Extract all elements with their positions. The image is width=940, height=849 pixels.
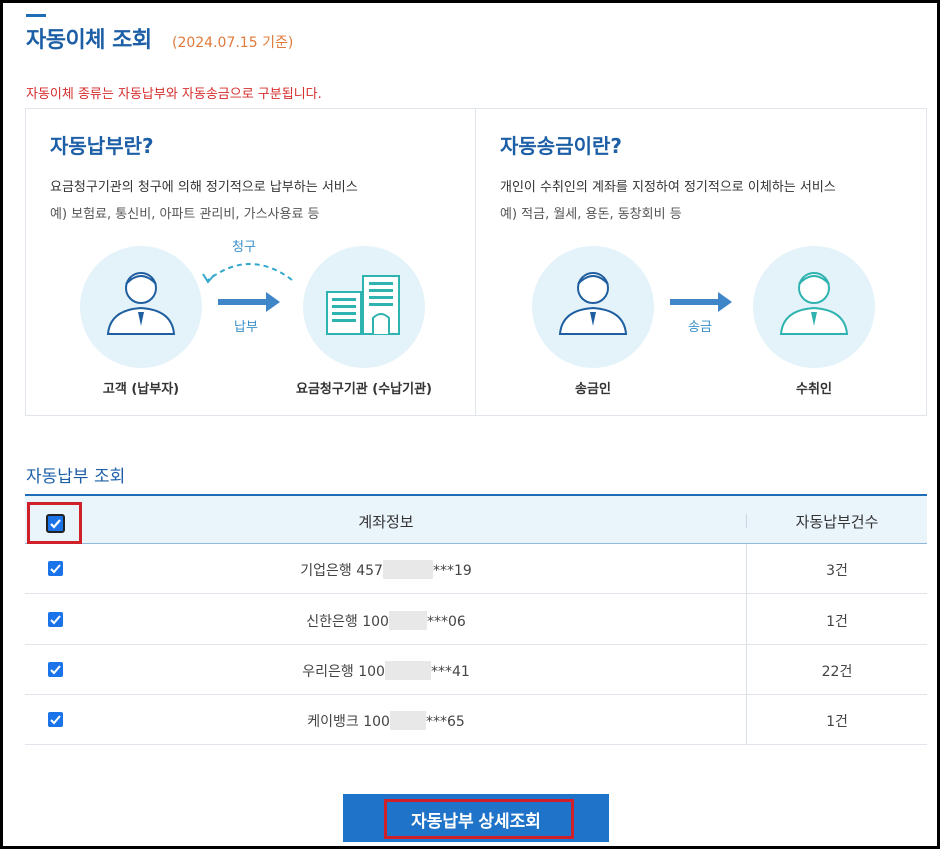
account-info: 우리은행 100 ***41	[25, 661, 747, 681]
account-suffix: ***06	[426, 614, 466, 630]
masked-digits	[389, 711, 426, 730]
recipient-illustration	[753, 246, 875, 368]
auto-pay-count: 3건	[826, 563, 848, 579]
customer-illustration	[80, 246, 202, 368]
institution-caption: 요금청구기관 (수납기관)	[295, 382, 432, 397]
account-info: 케이뱅크 100 ***65	[25, 711, 747, 731]
table-row: 우리은행 100 ***41 22건	[25, 645, 927, 695]
account-suffix: ***41	[430, 664, 470, 680]
masked-digits	[384, 661, 431, 680]
auto-pay-example: 예) 보험료, 통신비, 아파트 관리비, 가스사용료 등	[50, 207, 320, 222]
auto-pay-desc: 요금청구기관의 청구에 의해 정기적으로 납부하는 서비스	[50, 180, 358, 195]
institution-illustration	[303, 246, 425, 368]
auto-pay-count: 1건	[826, 714, 848, 730]
info-divider	[475, 108, 476, 416]
auto-pay-count: 1건	[826, 614, 848, 630]
recipient-caption: 수취인	[796, 382, 832, 397]
highlight-box-detail-button	[384, 799, 574, 839]
auto-pay-arrow-bottom-label: 납부	[234, 320, 258, 335]
auto-pay-count: 22건	[821, 664, 853, 680]
auto-transfer-desc: 개인이 수취인의 계좌를 지정하여 정기적으로 이체하는 서비스	[500, 180, 836, 195]
account-info: 기업은행 457 ***19	[25, 560, 747, 580]
table-row: 신한은행 100 ***06 1건	[25, 595, 927, 645]
person-icon	[558, 272, 628, 335]
masked-digits	[382, 560, 433, 579]
page-title: 자동이체 조회	[26, 28, 152, 53]
payment-arrow-icon	[218, 292, 280, 312]
auto-transfer-example: 예) 적금, 월세, 용돈, 동창회비 등	[500, 207, 682, 222]
transfer-arrow-icon	[670, 292, 732, 312]
section-title: 자동납부 조회	[26, 467, 126, 487]
account-suffix: ***19	[432, 563, 472, 579]
auto-transfer-arrow-label: 송금	[688, 320, 712, 335]
customer-caption: 고객 (납부자)	[102, 382, 180, 397]
account-column-header: 계좌정보	[358, 513, 414, 531]
count-column-header: 자동납부건수	[795, 513, 879, 531]
highlight-box-select-all	[27, 502, 82, 544]
sender-caption: 송금인	[575, 382, 611, 397]
bank-account-prefix: 신한은행 100	[306, 614, 389, 630]
person-icon	[106, 272, 176, 335]
table-row: 케이뱅크 100 ***65 1건	[25, 695, 927, 745]
auto-transfer-title: 자동송금이란?	[500, 134, 623, 158]
auto-pay-title: 자동납부란?	[50, 134, 154, 158]
person-icon	[779, 272, 849, 335]
table-header: 계좌정보 자동납부건수	[25, 494, 927, 544]
sender-illustration	[532, 246, 654, 368]
reference-date: (2024.07.15 기준)	[172, 35, 294, 51]
masked-digits	[388, 611, 427, 630]
building-icon	[326, 275, 400, 335]
title-accent-bar	[26, 14, 46, 17]
bank-account-prefix: 우리은행 100	[302, 664, 385, 680]
account-suffix: ***65	[425, 714, 465, 730]
auto-pay-arrow-top-label: 청구	[232, 240, 256, 255]
bank-account-prefix: 케이뱅크 100	[307, 714, 390, 730]
table-row: 기업은행 457 ***19 3건	[25, 544, 927, 594]
notice-text: 자동이체 종류는 자동납부와 자동송금으로 구분됩니다.	[26, 87, 322, 102]
bank-account-prefix: 기업은행 457	[300, 563, 383, 579]
account-info: 신한은행 100 ***06	[25, 611, 747, 631]
billing-dashed-arrow-icon	[202, 263, 293, 284]
